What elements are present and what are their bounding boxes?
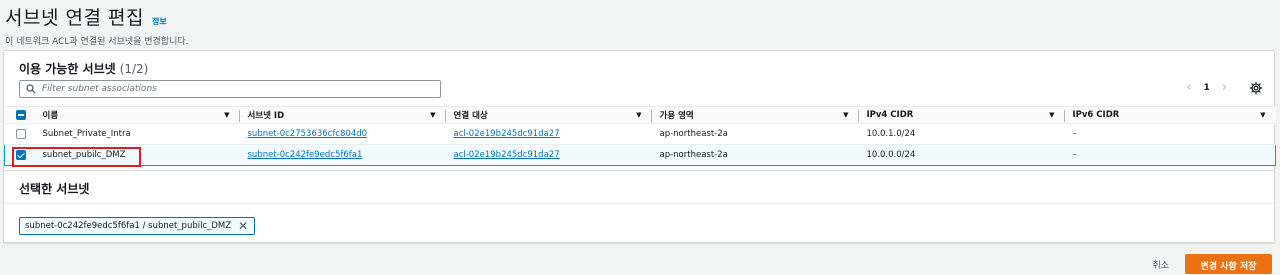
page-header: 서브넷 연결 편집 정보 이 네트워크 ACL과 연결된 서브넷을 변경합니다. <box>5 3 189 47</box>
row-checkbox-cell <box>4 144 35 166</box>
page-description: 이 네트워크 ACL과 연결된 서브넷을 변경합니다. <box>5 37 189 47</box>
gear-icon[interactable] <box>1249 81 1263 95</box>
cell-az: ap-northeast-2a <box>651 123 859 145</box>
save-changes-button[interactable]: 변경 사항 저장 <box>1185 254 1272 274</box>
column-label-az: 가용 영역 <box>659 111 694 121</box>
chevron-right-icon[interactable]: › <box>1222 81 1227 94</box>
sort-down-icon[interactable]: ▼ <box>1260 111 1265 119</box>
selected-subnets-panel: 선택한 서브넷 subnet-0c242fe9edc5f6fa1 / subne… <box>3 170 1275 243</box>
cell-name: Subnet_Private_Intra <box>34 123 240 145</box>
token-label: subnet-0c242fe9edc5f6fa1 / subnet_pubilc… <box>25 221 232 231</box>
column-header-subnet-id[interactable]: 서브넷 ID ▼ <box>239 106 446 124</box>
pagination: ‹ 1 › <box>1186 81 1227 94</box>
cell-az: ap-northeast-2a <box>651 144 859 166</box>
cancel-button[interactable]: 취소 <box>1152 258 1169 271</box>
row-checkbox-cell <box>4 123 35 145</box>
divider <box>4 203 1274 204</box>
cell-ipv4: 10.0.0.0/24 <box>858 144 1065 166</box>
table-row[interactable]: Subnet_Private_Intra subnet-0c2753636cfc… <box>4 123 1276 145</box>
cell-associated: acl-02e19b245dc91da27 <box>445 123 652 145</box>
row-checkbox[interactable] <box>15 128 26 139</box>
select-all-cell <box>4 106 35 124</box>
subnet-id-link[interactable]: subnet-0c242fe9edc5f6fa1 <box>248 150 363 160</box>
column-label-name: 이름 <box>42 111 59 121</box>
column-label-ipv6: IPv6 CIDR <box>1072 110 1120 120</box>
filter-input[interactable] <box>42 84 422 94</box>
cell-associated: acl-02e19b245dc91da27 <box>445 144 652 166</box>
sort-down-icon[interactable]: ▼ <box>224 111 229 119</box>
table-header-row: 이름 ▼ 서브넷 ID ▼ 연결 대상 ▼ 가용 영역 ▼ IPv4 CIDR ▼ IPv… <box>4 106 1276 124</box>
column-header-ipv6[interactable]: IPv6 CIDR ▼ <box>1064 106 1276 124</box>
column-label-associated: 연결 대상 <box>453 111 488 121</box>
chevron-left-icon[interactable]: ‹ <box>1186 81 1191 94</box>
column-header-associated[interactable]: 연결 대상 ▼ <box>445 106 652 124</box>
info-link[interactable]: 정보 <box>152 16 167 27</box>
sort-down-icon[interactable]: ▼ <box>636 111 641 119</box>
subnets-table: 이름 ▼ 서브넷 ID ▼ 연결 대상 ▼ 가용 영역 ▼ IPv4 CIDR ▼ IPv… <box>4 106 1276 166</box>
column-label-ipv4: IPv4 CIDR <box>866 110 914 120</box>
selected-subnet-token: subnet-0c242fe9edc5f6fa1 / subnet_pubilc… <box>19 217 256 235</box>
cell-name: subnet_pubilc_DMZ <box>34 144 240 166</box>
search-icon <box>26 84 36 94</box>
table-row[interactable]: subnet_pubilc_DMZ subnet-0c242fe9edc5f6f… <box>4 144 1276 166</box>
acl-link[interactable]: acl-02e19b245dc91da27 <box>454 150 560 160</box>
subnet-id-link[interactable]: subnet-0c2753636cfc804d0 <box>248 129 368 139</box>
selected-subnets-title: 선택한 서브넷 <box>19 182 90 196</box>
close-icon[interactable]: ✕ <box>238 220 248 232</box>
cell-ipv6: – <box>1064 123 1276 145</box>
page-title: 서브넷 연결 편집 <box>5 7 144 29</box>
sort-down-icon[interactable]: ▼ <box>430 111 435 119</box>
page-number[interactable]: 1 <box>1204 83 1210 93</box>
column-header-name[interactable]: 이름 ▼ <box>34 106 240 124</box>
acl-link[interactable]: acl-02e19b245dc91da27 <box>454 129 560 139</box>
available-subnets-panel: 이용 가능한 서브넷(1/2) ‹ 1 › 이름 ▼ 서브넷 ID ▼ 연결 대상 ▼… <box>3 50 1276 172</box>
cell-ipv4: 10.0.1.0/24 <box>858 123 1065 145</box>
filter-box[interactable] <box>19 80 441 98</box>
footer-actions: 취소 변경 사항 저장 <box>1152 254 1272 274</box>
cell-ipv6: – <box>1064 144 1276 166</box>
column-header-az[interactable]: 가용 영역 ▼ <box>651 106 859 124</box>
cell-subnet-id: subnet-0c242fe9edc5f6fa1 <box>239 144 446 166</box>
cell-subnet-id: subnet-0c2753636cfc804d0 <box>239 123 446 145</box>
select-all-checkbox[interactable] <box>15 109 26 120</box>
column-header-ipv4[interactable]: IPv4 CIDR ▼ <box>858 106 1065 124</box>
available-subnets-heading: 이용 가능한 서브넷 <box>19 62 116 76</box>
column-label-subnet-id: 서브넷 ID <box>247 111 285 121</box>
sort-down-icon[interactable]: ▼ <box>843 111 848 119</box>
row-checkbox[interactable] <box>16 149 26 160</box>
selection-count: (1/2) <box>119 62 149 76</box>
sort-down-icon[interactable]: ▼ <box>1049 111 1054 119</box>
available-subnets-title: 이용 가능한 서브넷 (1/2) <box>19 60 148 77</box>
